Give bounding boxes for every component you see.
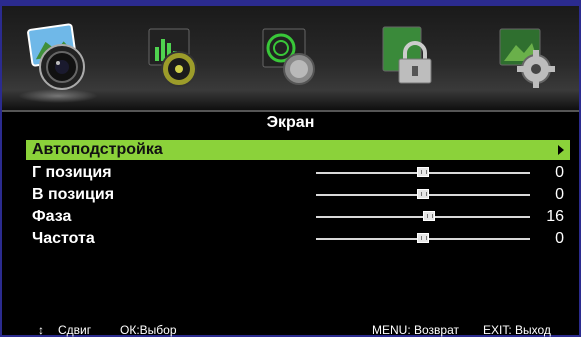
phase-value: 16 — [546, 208, 564, 225]
footer-hints: ↕ Сдвиг ОК:Выбор MENU: Возврат EXIT: Вых… — [2, 322, 579, 338]
page-title: Экран — [266, 114, 315, 131]
hint-move: Сдвиг — [58, 323, 92, 337]
lock-icon[interactable] — [375, 21, 443, 93]
updown-arrow-icon: ↕ — [38, 323, 44, 337]
h-position-slider[interactable] — [316, 167, 530, 177]
phase-slider[interactable] — [316, 211, 530, 221]
h-position-value: 0 — [555, 164, 564, 181]
slider-thumb[interactable] — [417, 233, 429, 243]
picture-icon[interactable] — [18, 21, 98, 103]
menu-item-label: Г позиция — [32, 164, 112, 181]
settings-icon[interactable] — [492, 21, 560, 93]
osd-frame: Экран Автоподстройка Г позиция 0 В позиц… — [0, 0, 581, 337]
menu-item-autoadjust[interactable]: Автоподстройка — [26, 140, 570, 160]
channel-icon[interactable] — [255, 21, 323, 93]
menu-item-label: Автоподстройка — [32, 141, 163, 158]
hint-ok: ОК:Выбор — [120, 323, 177, 337]
menu-item-label: Частота — [32, 230, 95, 247]
slider-thumb[interactable] — [417, 167, 429, 177]
v-position-value: 0 — [555, 186, 564, 203]
sound-icon[interactable] — [139, 21, 207, 93]
frequency-slider[interactable] — [316, 233, 530, 243]
icon-band — [2, 6, 579, 111]
menu-item-phase[interactable]: Фаза 16 — [26, 207, 570, 227]
menu-item-label: Фаза — [32, 208, 72, 225]
arrow-right-icon — [558, 145, 564, 155]
menu-item-label: В позиция — [32, 186, 115, 203]
hint-menu: MENU: Возврат — [372, 323, 459, 337]
slider-thumb[interactable] — [417, 189, 429, 199]
menu-item-frequency[interactable]: Частота 0 — [26, 229, 570, 249]
v-position-slider[interactable] — [316, 189, 530, 199]
menu-item-h-position[interactable]: Г позиция 0 — [26, 163, 570, 183]
hint-exit: EXIT: Выход — [483, 323, 551, 337]
menu-item-v-position[interactable]: В позиция 0 — [26, 185, 570, 205]
frequency-value: 0 — [555, 230, 564, 247]
slider-thumb[interactable] — [423, 211, 436, 221]
